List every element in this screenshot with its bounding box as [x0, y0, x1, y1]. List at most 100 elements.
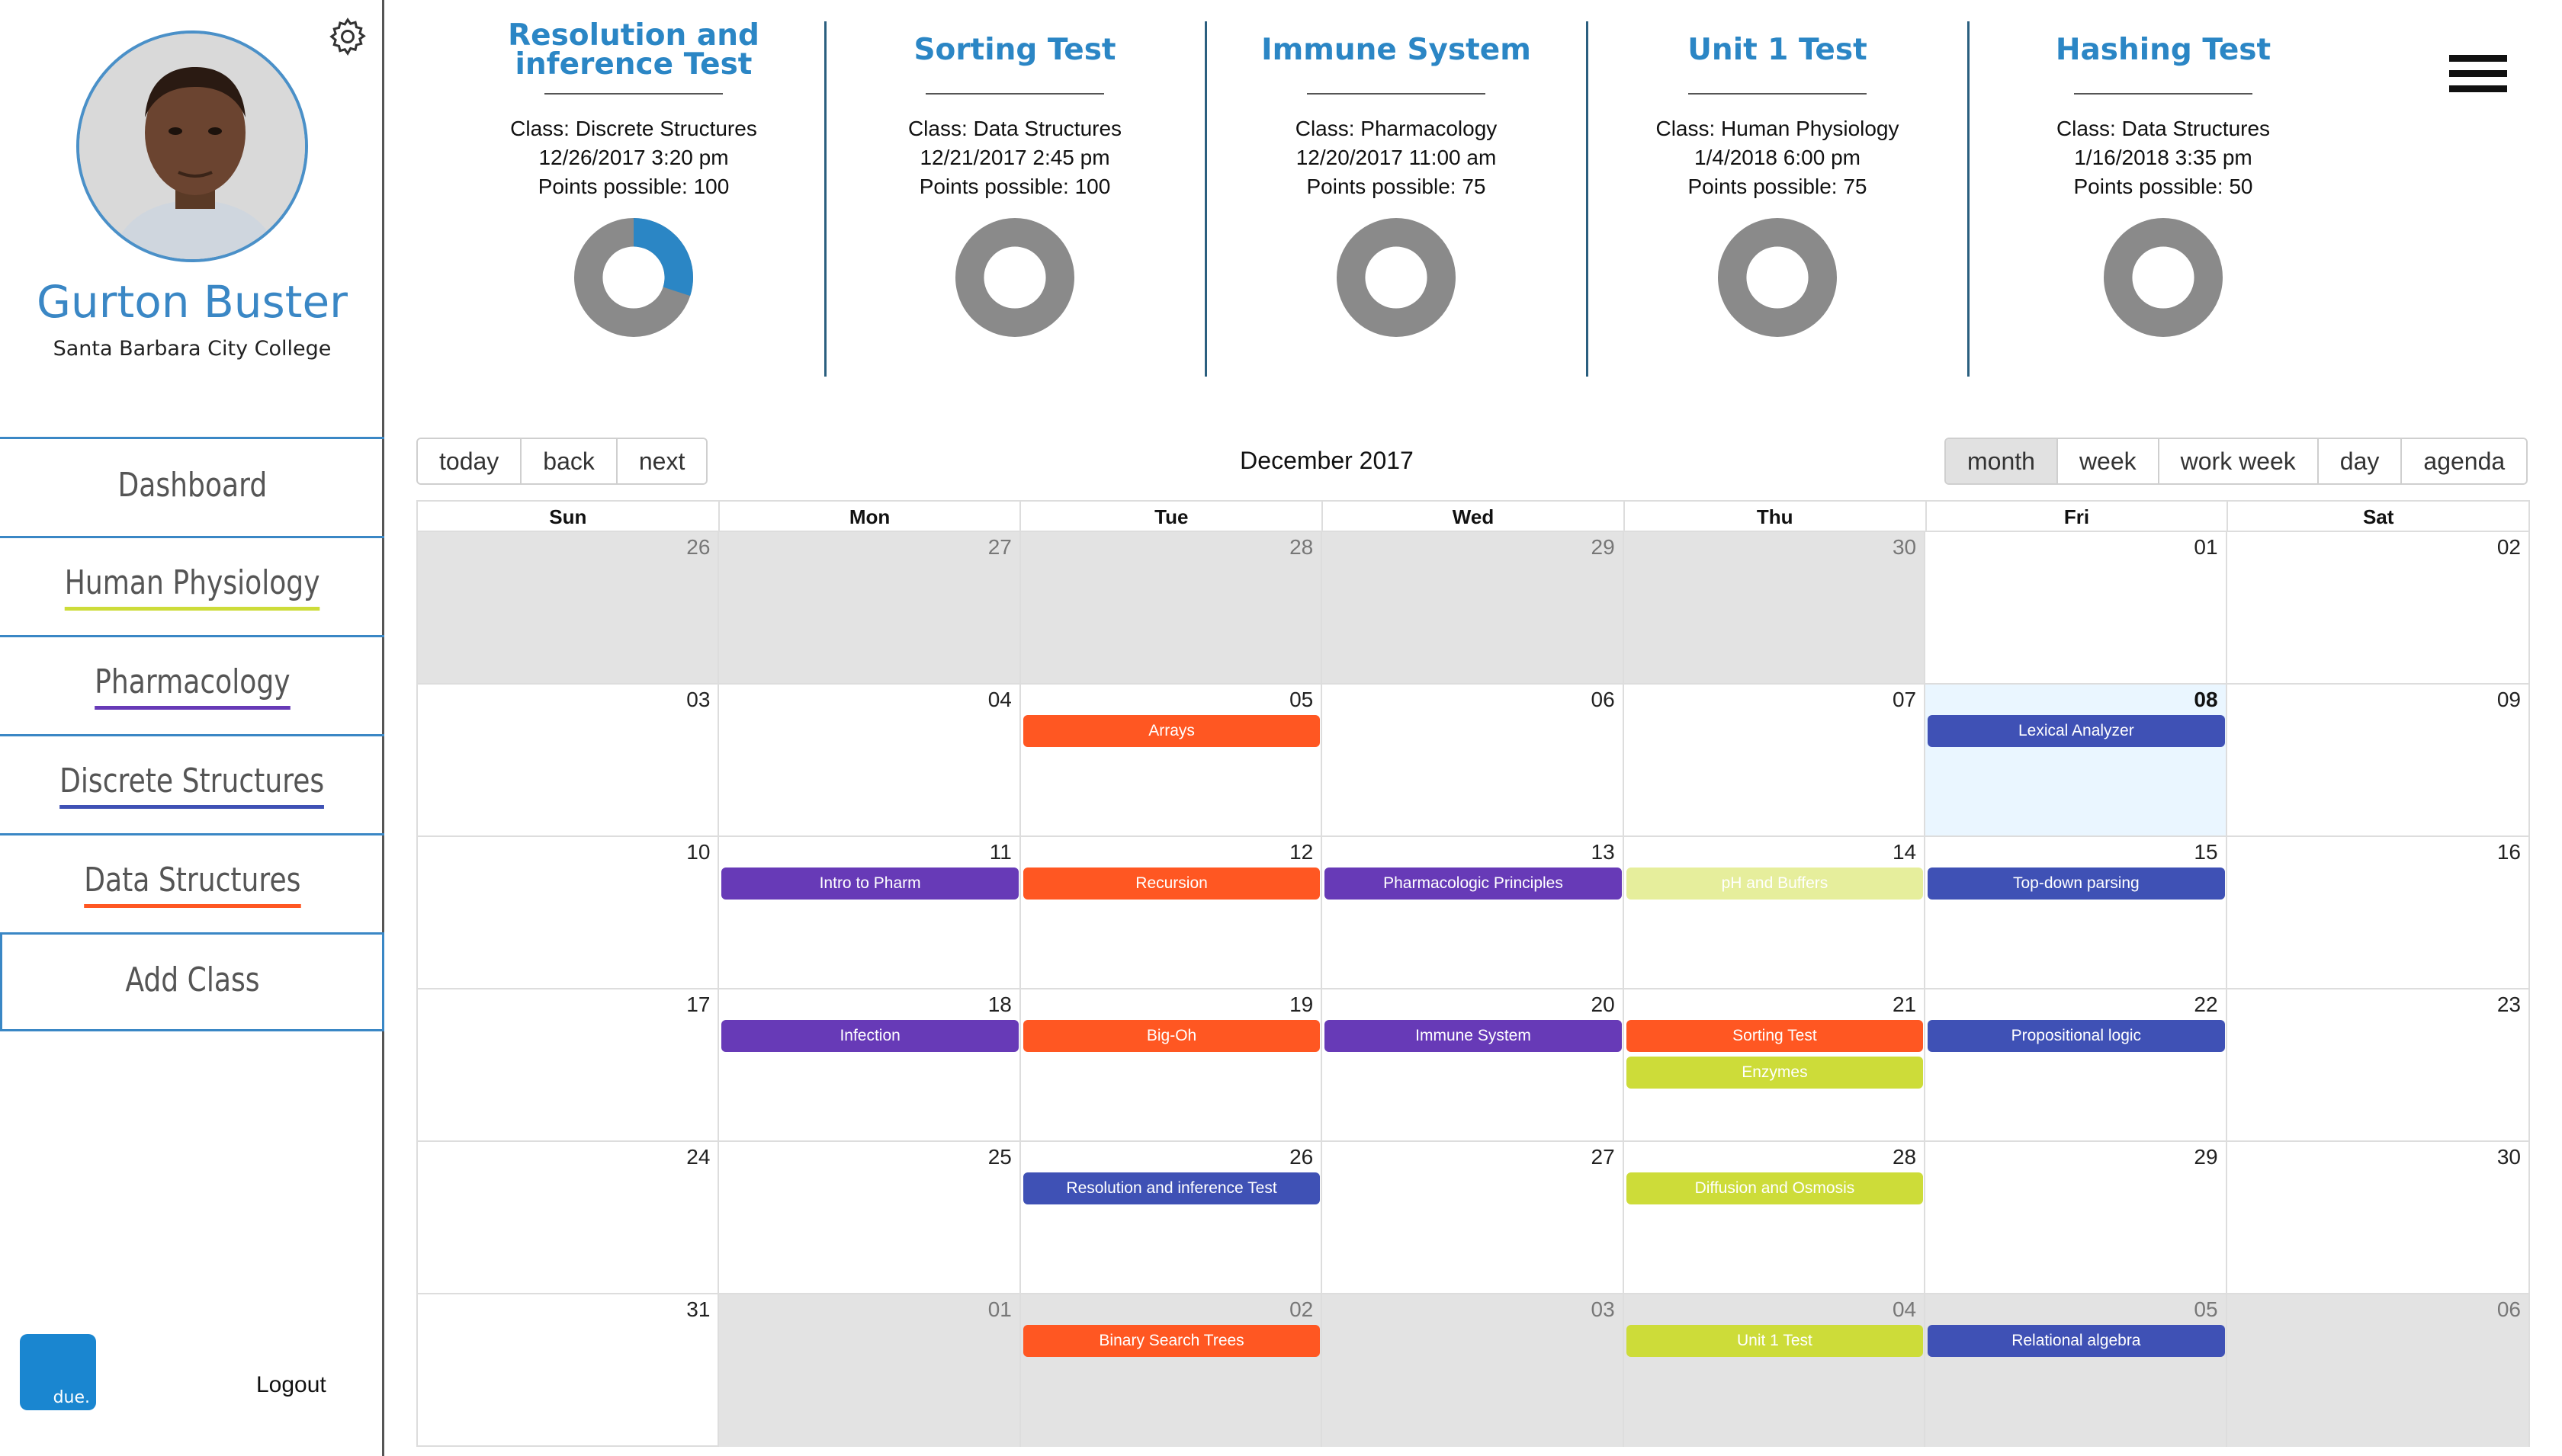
day-cell[interactable]: 06 [1322, 685, 1624, 835]
day-cell[interactable]: 08 [1925, 685, 2227, 835]
nav-item-discrete-structures[interactable]: Discrete Structures [0, 736, 384, 835]
day-cell[interactable]: 28 [1624, 1142, 1926, 1293]
day-number[interactable]: 09 [2497, 688, 2521, 712]
day-cell[interactable]: 04 [719, 685, 1021, 835]
day-cell[interactable]: 25 [719, 1142, 1021, 1293]
gear-icon[interactable] [326, 15, 369, 58]
day-cell[interactable]: 23 [2227, 989, 2528, 1140]
day-cell[interactable]: 12 [1021, 837, 1323, 988]
day-cell[interactable]: 26 [418, 532, 720, 683]
day-cell[interactable]: 27 [1322, 1142, 1624, 1293]
day-cell[interactable]: 03 [1322, 1294, 1624, 1447]
calendar-event[interactable]: Intro to Pharm [721, 868, 1019, 900]
calendar-event[interactable]: Recursion [1023, 868, 1321, 900]
day-number[interactable]: 27 [988, 535, 1012, 560]
day-number[interactable]: 22 [2194, 993, 2217, 1017]
day-cell[interactable]: 16 [2227, 837, 2528, 988]
view-month-button[interactable]: month [1946, 439, 2058, 483]
day-cell[interactable]: 14 [1624, 837, 1926, 988]
calendar-event[interactable]: Pharmacologic Principles [1324, 868, 1622, 900]
day-number[interactable]: 21 [1893, 993, 1916, 1017]
day-number[interactable]: 29 [1591, 535, 1615, 560]
day-cell[interactable]: 09 [2227, 685, 2528, 835]
nav-item-dashboard[interactable]: Dashboard [0, 439, 384, 538]
day-cell[interactable]: 04 [1623, 1294, 1926, 1447]
day-number[interactable]: 11 [990, 840, 1012, 864]
day-cell[interactable]: 07 [1624, 685, 1926, 835]
nav-item-human-physiology[interactable]: Human Physiology [0, 538, 384, 637]
day-number[interactable]: 02 [2497, 535, 2521, 560]
day-cell[interactable]: 01 [719, 1294, 1021, 1447]
calendar-event[interactable]: Lexical Analyzer [1928, 715, 2225, 747]
day-number[interactable]: 14 [1893, 840, 1916, 864]
day-number[interactable]: 04 [988, 688, 1012, 712]
calendar-event[interactable]: Big-Oh [1023, 1020, 1321, 1052]
day-number[interactable]: 30 [1893, 535, 1916, 560]
day-cell[interactable]: 19 [1021, 989, 1323, 1140]
day-number[interactable]: 05 [1289, 688, 1313, 712]
day-cell[interactable]: 22 [1925, 989, 2227, 1140]
day-number[interactable]: 05 [2194, 1297, 2217, 1322]
day-cell[interactable]: 20 [1322, 989, 1624, 1140]
day-cell[interactable]: 15 [1925, 837, 2227, 988]
calendar-event[interactable]: Enzymes [1626, 1057, 1924, 1089]
day-cell[interactable]: 18 [719, 989, 1021, 1140]
day-number[interactable]: 15 [2194, 840, 2217, 864]
day-number[interactable]: 17 [686, 993, 710, 1017]
day-cell[interactable]: 06 [2226, 1294, 2528, 1447]
day-number[interactable]: 18 [988, 993, 1012, 1017]
day-cell[interactable]: 26 [1021, 1142, 1323, 1293]
day-cell[interactable]: 31 [418, 1294, 720, 1447]
day-number[interactable]: 25 [988, 1145, 1012, 1169]
day-number[interactable]: 24 [686, 1145, 710, 1169]
day-number[interactable]: 20 [1591, 993, 1615, 1017]
day-cell[interactable]: 28 [1020, 532, 1323, 683]
day-cell[interactable]: 30 [1623, 532, 1926, 683]
day-cell[interactable]: 24 [418, 1142, 720, 1293]
day-number[interactable]: 31 [686, 1297, 710, 1322]
day-number[interactable]: 13 [1591, 840, 1615, 864]
day-number[interactable]: 01 [2194, 535, 2217, 560]
day-number[interactable]: 27 [1591, 1145, 1615, 1169]
calendar-event[interactable]: Top-down parsing [1928, 868, 2225, 900]
nav-item-pharmacology[interactable]: Pharmacology [0, 637, 384, 736]
calendar-event[interactable]: Sorting Test [1626, 1020, 1924, 1052]
day-number[interactable]: 07 [1893, 688, 1916, 712]
calendar-event[interactable]: Diffusion and Osmosis [1626, 1172, 1924, 1204]
view-day-button[interactable]: day [2318, 439, 2403, 483]
calendar-event[interactable]: Unit 1 Test [1626, 1325, 1924, 1357]
day-number[interactable]: 06 [1591, 688, 1615, 712]
day-number[interactable]: 23 [2497, 993, 2521, 1017]
logout-button[interactable]: Logout [256, 1372, 326, 1398]
add-class-button[interactable]: Add Class [0, 932, 384, 1031]
day-number[interactable]: 28 [1289, 535, 1313, 560]
calendar-event[interactable]: Resolution and inference Test [1023, 1172, 1321, 1204]
calendar-event[interactable]: pH and Buffers [1626, 868, 1924, 900]
day-number[interactable]: 08 [2194, 688, 2217, 712]
day-number[interactable]: 04 [1893, 1297, 1916, 1322]
test-card[interactable]: Sorting Test Class: Data Structures 12/2… [824, 17, 1206, 337]
view-week-button[interactable]: week [2057, 439, 2159, 483]
calendar-event[interactable]: Binary Search Trees [1023, 1325, 1321, 1357]
day-number[interactable]: 30 [2497, 1145, 2521, 1169]
calendar-event[interactable]: Arrays [1023, 715, 1321, 747]
day-cell[interactable]: 05 [1021, 685, 1323, 835]
hamburger-menu-icon[interactable] [2449, 55, 2507, 102]
day-number[interactable]: 02 [1289, 1297, 1313, 1322]
day-cell[interactable]: 29 [1322, 532, 1624, 683]
day-number[interactable]: 10 [686, 840, 710, 864]
day-cell[interactable]: 02 [2227, 532, 2528, 683]
day-cell[interactable]: 05 [1925, 1294, 2227, 1447]
day-cell[interactable]: 10 [418, 837, 720, 988]
day-number[interactable]: 01 [988, 1297, 1012, 1322]
day-cell[interactable]: 11 [719, 837, 1021, 988]
day-number[interactable]: 26 [1289, 1145, 1313, 1169]
nav-item-data-structures[interactable]: Data Structures [0, 835, 384, 935]
day-cell[interactable]: 03 [418, 685, 720, 835]
day-number[interactable]: 28 [1893, 1145, 1916, 1169]
next-button[interactable]: next [617, 439, 707, 483]
day-number[interactable]: 29 [2194, 1145, 2217, 1169]
day-number[interactable]: 19 [1289, 993, 1313, 1017]
day-cell[interactable]: 17 [418, 989, 720, 1140]
day-cell[interactable]: 13 [1322, 837, 1624, 988]
